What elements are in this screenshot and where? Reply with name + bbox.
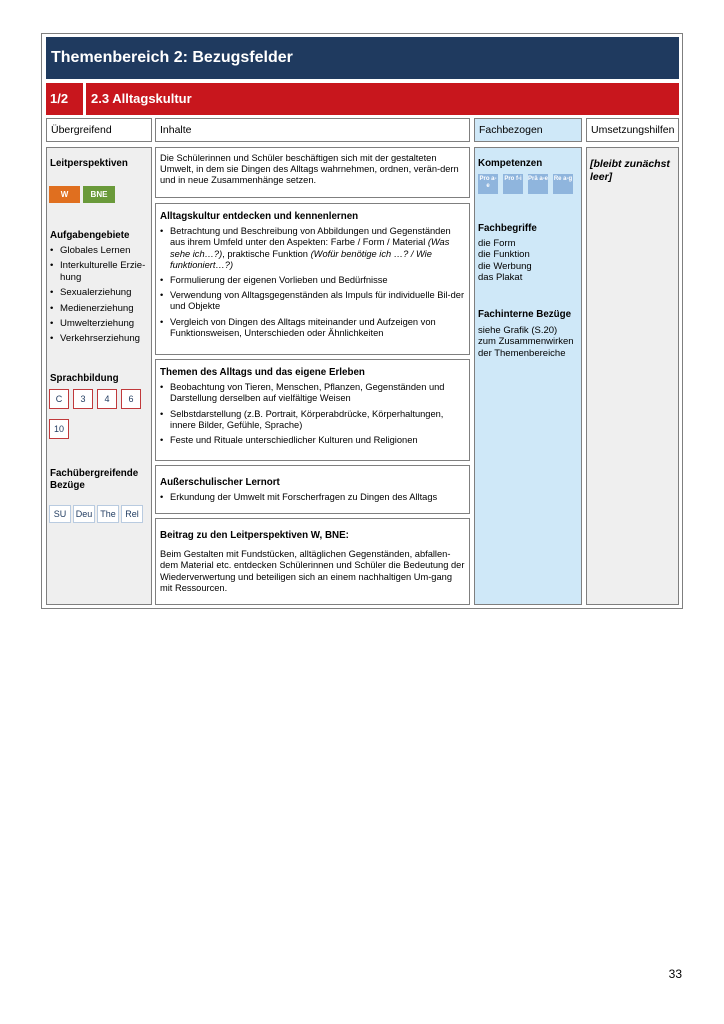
fachbezug-badge: The bbox=[97, 505, 119, 523]
page-number: 33 bbox=[668, 967, 682, 981]
section-title: 2.3 Alltagskultur bbox=[86, 83, 679, 115]
kompetenzen-label: Kompetenzen bbox=[478, 158, 543, 169]
section-list: Erkundung der Umwelt mit Forscherfragen … bbox=[160, 492, 465, 503]
sprachbildung-label: Sprachbildung bbox=[50, 373, 119, 384]
aufgabengebiete-label: Aufgabengebiete bbox=[50, 230, 130, 241]
list-item: Verkehrserziehung bbox=[50, 333, 150, 345]
fachbegriff: die Werbung bbox=[478, 260, 532, 272]
sprachbildung-badge: C bbox=[49, 389, 69, 409]
header-inhalte: Inhalte bbox=[155, 118, 470, 142]
list-item: Beobachtung von Tieren, Menschen, Pflanz… bbox=[160, 382, 465, 404]
fachuebergreifend-label-line1: Fachübergreifende bbox=[50, 468, 139, 479]
list-item: Globales Lernen bbox=[50, 245, 150, 257]
inhalte-section-alltagskultur: Alltagskultur entdecken und kennenlernen… bbox=[155, 203, 470, 355]
fachbegriffe-list: die Form die Funktion die Werbung das Pl… bbox=[478, 238, 578, 284]
section-list: Beobachtung von Tieren, Menschen, Pflanz… bbox=[160, 382, 465, 446]
kompetenz-badge: Re a-g bbox=[553, 174, 573, 194]
inhalte-section-beitrag: Beitrag zu den Leitperspektiven W, BNE: … bbox=[155, 518, 470, 605]
list-item: Vergleich von Dingen des Alltags miteina… bbox=[160, 317, 465, 339]
list-item: Umwelterziehung bbox=[50, 318, 150, 330]
fachbegriff: das Plakat bbox=[478, 272, 523, 284]
umsetzungshilfen-text: [bleibt zunächst leer] bbox=[590, 158, 670, 183]
fachuebergreifend-label-line2: Bezüge bbox=[50, 480, 85, 491]
leitperspektiven-label: Leitperspektiven bbox=[50, 158, 128, 169]
fachbezug-badge: Rel bbox=[121, 505, 143, 523]
header-fachbezogen: Fachbezogen bbox=[474, 118, 582, 142]
list-item: Medienerziehung bbox=[50, 303, 150, 315]
sprachbildung-badge: 4 bbox=[97, 389, 117, 409]
item-text: , praktische Funktion bbox=[222, 248, 311, 259]
fachinterner-bezug: zum Zusammenwirken bbox=[478, 336, 574, 348]
fachinterner-bezug: der Themenbereiche bbox=[478, 347, 566, 359]
sprachbildung-badge: 10 bbox=[49, 419, 69, 439]
inhalte-intro-box: Die Schülerinnen und Schüler beschäftige… bbox=[155, 147, 470, 198]
fachbezug-badge: SU bbox=[49, 505, 71, 523]
list-item: Feste und Rituale unterschiedlicher Kult… bbox=[160, 435, 465, 446]
fachinterne-list: siehe Grafik (S.20) zum Zusammenwirken d… bbox=[478, 325, 578, 359]
section-heading: Außerschulischer Lernort bbox=[160, 477, 280, 488]
list-item: Sexualerziehung bbox=[50, 287, 150, 299]
column-umsetzungshilfen bbox=[586, 147, 679, 605]
kompetenz-badge: Pro f-i bbox=[503, 174, 523, 194]
sprachbildung-badge: 3 bbox=[73, 389, 93, 409]
aufgabengebiete-list: Globales Lernen Interkulturelle Erzie-hu… bbox=[50, 245, 150, 349]
inhalte-intro-text: Die Schülerinnen und Schüler beschäftige… bbox=[160, 153, 459, 186]
list-item: Interkulturelle Erzie-hung bbox=[50, 260, 150, 283]
list-item: Selbstdarstellung (z.B. Portrait, Körper… bbox=[160, 409, 465, 431]
inhalte-section-themen: Themen des Alltags und das eigene Erlebe… bbox=[155, 359, 470, 461]
fachinterner-bezug: siehe Grafik (S.20) bbox=[478, 325, 558, 336]
leitperspektive-w-badge: W bbox=[49, 186, 80, 203]
fachbegriff: die Funktion bbox=[478, 249, 530, 261]
list-item: Formulierung der eigenen Vorlieben und B… bbox=[160, 275, 465, 286]
sprachbildung-badge: 6 bbox=[121, 389, 141, 409]
list-item: Erkundung der Umwelt mit Forscherfragen … bbox=[160, 492, 465, 503]
inhalte-section-lernort: Außerschulischer Lernort Erkundung der U… bbox=[155, 465, 470, 514]
header-umsetzungshilfen: Umsetzungshilfen bbox=[586, 118, 679, 142]
item-text: Betrachtung und Beschreibung von Abbildu… bbox=[170, 226, 451, 248]
section-text: Beim Gestalten mit Fundstücken, alltägli… bbox=[160, 549, 465, 593]
section-heading: Alltagskultur entdecken und kennenlernen bbox=[160, 211, 359, 222]
page-title: Themenbereich 2: Bezugsfelder bbox=[46, 37, 679, 79]
section-heading: Themen des Alltags und das eigene Erlebe… bbox=[160, 367, 365, 378]
list-item: Verwendung von Alltagsgegenständen als I… bbox=[160, 290, 465, 312]
list-item: Betrachtung und Beschreibung von Abbildu… bbox=[160, 226, 465, 271]
column-fachbezogen bbox=[474, 147, 582, 605]
leitperspektive-bne-badge: BNE bbox=[83, 186, 115, 203]
section-heading: Beitrag zu den Leitperspektiven W, BNE: bbox=[160, 530, 349, 541]
fachinterne-label: Fachinterne Bezüge bbox=[478, 309, 572, 320]
kompetenz-badge: Prä a-e bbox=[528, 174, 548, 194]
fachbegriff: die Form bbox=[478, 238, 516, 249]
kompetenz-badge: Pro a-e bbox=[478, 174, 498, 194]
fachbezug-badge: Deu bbox=[73, 505, 95, 523]
section-number: 1/2 bbox=[46, 83, 83, 115]
section-list: Betrachtung und Beschreibung von Abbildu… bbox=[160, 226, 465, 339]
header-uebergreifend: Übergreifend bbox=[46, 118, 152, 142]
fachbegriffe-label: Fachbegriffe bbox=[478, 223, 537, 234]
